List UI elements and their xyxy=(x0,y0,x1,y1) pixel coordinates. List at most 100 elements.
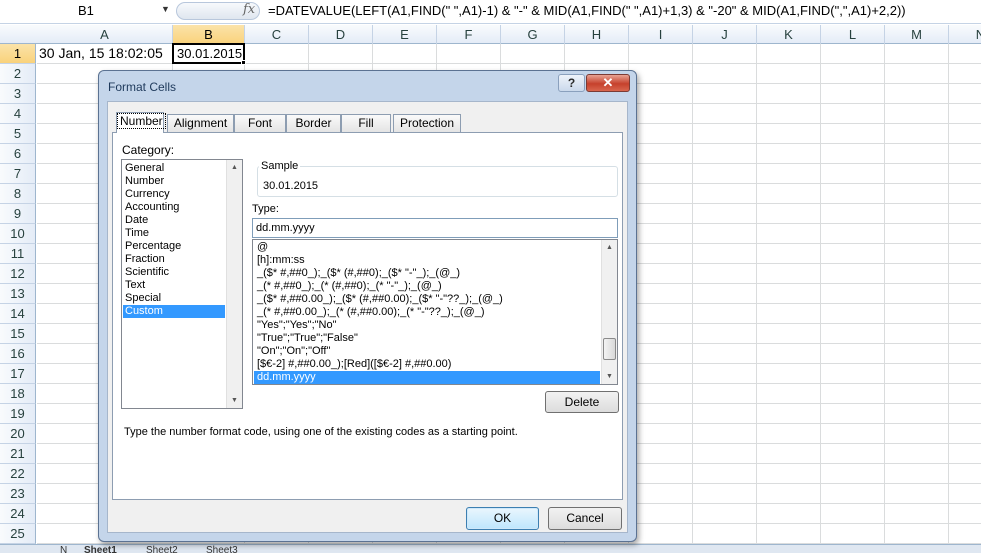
category-item[interactable]: General xyxy=(123,162,225,175)
sheet-tab[interactable]: Sheet3 xyxy=(206,545,238,553)
row-header[interactable]: 20 xyxy=(0,424,36,444)
category-scrollbar[interactable]: ▲ ▼ xyxy=(226,160,242,408)
format-code-item[interactable]: [h]:mm:ss xyxy=(254,254,600,267)
scroll-down-icon[interactable]: ▼ xyxy=(227,393,242,408)
format-code-item[interactable]: "Yes";"Yes";"No" xyxy=(254,319,600,332)
row-header[interactable]: 5 xyxy=(0,124,36,144)
grid-line xyxy=(948,44,949,544)
format-code-item[interactable]: @ xyxy=(254,241,600,254)
column-header[interactable]: J xyxy=(693,25,757,44)
format-list-scrollbar[interactable]: ▲ ▼ xyxy=(601,240,617,384)
column-header[interactable]: N xyxy=(949,25,981,44)
row-header[interactable]: 21 xyxy=(0,444,36,464)
row-header[interactable]: 3 xyxy=(0,84,36,104)
delete-button[interactable]: Delete xyxy=(545,391,619,413)
tab-alignment[interactable]: Alignment xyxy=(167,114,234,132)
category-item[interactable]: Fraction xyxy=(123,253,225,266)
grid-line xyxy=(692,44,693,544)
column-header[interactable]: I xyxy=(629,25,693,44)
row-header[interactable]: 23 xyxy=(0,484,36,504)
cell-b1[interactable]: 30.01.2015 xyxy=(172,43,245,64)
type-input[interactable]: dd.mm.yyyy xyxy=(252,218,618,238)
format-code-item[interactable]: _($* #,##0.00_);_($* (#,##0.00);_($* "-"… xyxy=(254,293,600,306)
column-header[interactable]: M xyxy=(885,25,949,44)
category-item[interactable]: Percentage xyxy=(123,240,225,253)
row-header[interactable]: 1 xyxy=(0,44,36,64)
help-button[interactable]: ? xyxy=(558,74,585,92)
formula-bar: B1 ▼ fx =DATEVALUE(LEFT(A1,FIND(" ",A1)-… xyxy=(0,0,981,24)
category-item[interactable]: Special xyxy=(123,292,225,305)
category-item[interactable]: Custom xyxy=(123,305,225,318)
category-item[interactable]: Accounting xyxy=(123,201,225,214)
close-button[interactable]: ✕ xyxy=(586,74,630,92)
cell-a1[interactable]: 30 Jan, 15 18:02:05 xyxy=(39,45,163,61)
row-header[interactable]: 14 xyxy=(0,304,36,324)
row-header[interactable]: 10 xyxy=(0,224,36,244)
row-header[interactable]: 11 xyxy=(0,244,36,264)
format-code-item[interactable]: "On";"On";"Off" xyxy=(254,345,600,358)
column-header[interactable]: L xyxy=(821,25,885,44)
row-header[interactable]: 17 xyxy=(0,364,36,384)
column-header[interactable]: D xyxy=(309,25,373,44)
format-code-item[interactable]: _(* #,##0.00_);_(* (#,##0.00);_(* "-"??_… xyxy=(254,306,600,319)
column-header[interactable]: A xyxy=(37,25,173,44)
format-code-item[interactable]: _(* #,##0_);_(* (#,##0);_(* "-"_);_(@_) xyxy=(254,280,600,293)
category-item[interactable]: Scientific xyxy=(123,266,225,279)
row-header[interactable]: 7 xyxy=(0,164,36,184)
row-header[interactable]: 12 xyxy=(0,264,36,284)
row-header[interactable]: 6 xyxy=(0,144,36,164)
row-header[interactable]: 16 xyxy=(0,344,36,364)
scroll-thumb[interactable] xyxy=(603,338,616,360)
format-code-item[interactable]: dd.mm.yyyy xyxy=(254,371,600,384)
column-header[interactable]: B xyxy=(173,25,245,44)
row-header[interactable]: 13 xyxy=(0,284,36,304)
grid-line xyxy=(884,44,885,544)
tab-number[interactable]: Number xyxy=(116,112,166,133)
column-header[interactable]: H xyxy=(565,25,629,44)
scroll-up-icon[interactable]: ▲ xyxy=(602,240,617,255)
row-header[interactable]: 8 xyxy=(0,184,36,204)
column-header[interactable]: F xyxy=(437,25,501,44)
formula-input[interactable]: =DATEVALUE(LEFT(A1,FIND(" ",A1)-1) & "-"… xyxy=(268,3,906,18)
scroll-down-icon[interactable]: ▼ xyxy=(602,369,617,384)
row-header[interactable]: 18 xyxy=(0,384,36,404)
format-code-item[interactable]: _($* #,##0_);_($* (#,##0);_($* "-"_);_(@… xyxy=(254,267,600,280)
grid-line xyxy=(756,44,757,544)
format-code-list[interactable]: ▲ ▼ @ [h]:mm:ss _($* #,##0_);_($* (#,##0);… xyxy=(252,239,618,385)
row-header[interactable]: 9 xyxy=(0,204,36,224)
sheet-tab[interactable]: Sheet1 xyxy=(84,545,117,553)
sheet-tab[interactable]: Sheet2 xyxy=(146,545,178,553)
row-header[interactable]: 24 xyxy=(0,504,36,524)
sheet-tab[interactable]: N xyxy=(60,545,67,553)
row-header[interactable]: 22 xyxy=(0,464,36,484)
category-item[interactable]: Text xyxy=(123,279,225,292)
row-header[interactable]: 4 xyxy=(0,104,36,124)
row-header[interactable]: 15 xyxy=(0,324,36,344)
column-header[interactable]: E xyxy=(373,25,437,44)
column-header[interactable]: C xyxy=(245,25,309,44)
name-box-dropdown-icon[interactable]: ▼ xyxy=(161,4,170,14)
category-item[interactable]: Number xyxy=(123,175,225,188)
format-code-item[interactable]: [$€-2] #,##0.00_);[Red]([$€-2] #,##0.00) xyxy=(254,358,600,371)
tab-protection[interactable]: Protection xyxy=(393,114,461,132)
category-item[interactable]: Date xyxy=(123,214,225,227)
row-header[interactable]: 19 xyxy=(0,404,36,424)
column-header[interactable]: G xyxy=(501,25,565,44)
column-header[interactable]: K xyxy=(757,25,821,44)
ok-button[interactable]: OK xyxy=(466,507,539,530)
name-box[interactable]: B1 xyxy=(0,1,178,21)
tab-font[interactable]: Font xyxy=(234,114,286,132)
category-item[interactable]: Currency xyxy=(123,188,225,201)
category-item[interactable]: Time xyxy=(123,227,225,240)
row-header[interactable]: 2 xyxy=(0,64,36,84)
tab-border[interactable]: Border xyxy=(286,114,341,132)
cancel-button[interactable]: Cancel xyxy=(548,507,622,530)
fx-icon[interactable]: fx xyxy=(243,2,255,17)
category-label: Category: xyxy=(122,143,175,157)
category-list[interactable]: ▲ ▼ General Number Currency Accounting Date T… xyxy=(121,159,243,409)
tab-fill[interactable]: Fill xyxy=(341,114,391,132)
fill-handle[interactable] xyxy=(241,60,246,65)
row-header[interactable]: 25 xyxy=(0,524,36,544)
format-code-item[interactable]: "True";"True";"False" xyxy=(254,332,600,345)
scroll-up-icon[interactable]: ▲ xyxy=(227,160,242,175)
